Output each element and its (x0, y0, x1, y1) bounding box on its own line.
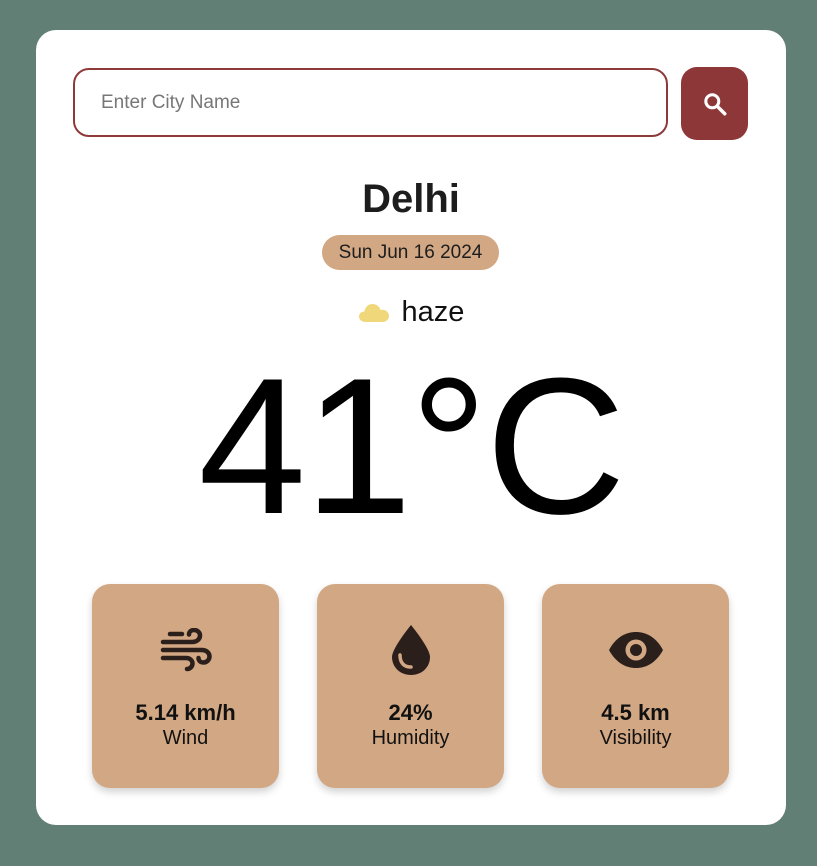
humidity-value: 24% (388, 700, 433, 725)
city-name: Delhi (362, 177, 460, 221)
visibility-value: 4.5 km (601, 700, 670, 725)
cloud-icon (358, 304, 389, 322)
water-drop-icon (391, 625, 430, 675)
date-badge: Sun Jun 16 2024 (322, 235, 499, 270)
city-search-input[interactable] (73, 68, 668, 137)
wind-value: 5.14 km/h (135, 700, 236, 725)
wind-icon (160, 628, 212, 672)
eye-icon (608, 632, 663, 668)
visibility-label: Visibility (599, 727, 672, 749)
search-icon (703, 92, 726, 115)
wind-tile: 5.14 km/h Wind (92, 584, 279, 788)
weather-card: Delhi Sun Jun 16 2024 haze 41°C 5.14 km/… (36, 30, 786, 825)
visibility-tile: 4.5 km Visibility (542, 584, 729, 788)
wind-label: Wind (162, 727, 209, 749)
temperature: 41°C (198, 338, 625, 555)
humidity-label: Humidity (371, 727, 450, 749)
condition-text: haze (401, 296, 465, 328)
humidity-tile: 24% Humidity (317, 584, 504, 788)
weather-condition: haze (36, 292, 786, 332)
search-button[interactable] (681, 67, 748, 140)
